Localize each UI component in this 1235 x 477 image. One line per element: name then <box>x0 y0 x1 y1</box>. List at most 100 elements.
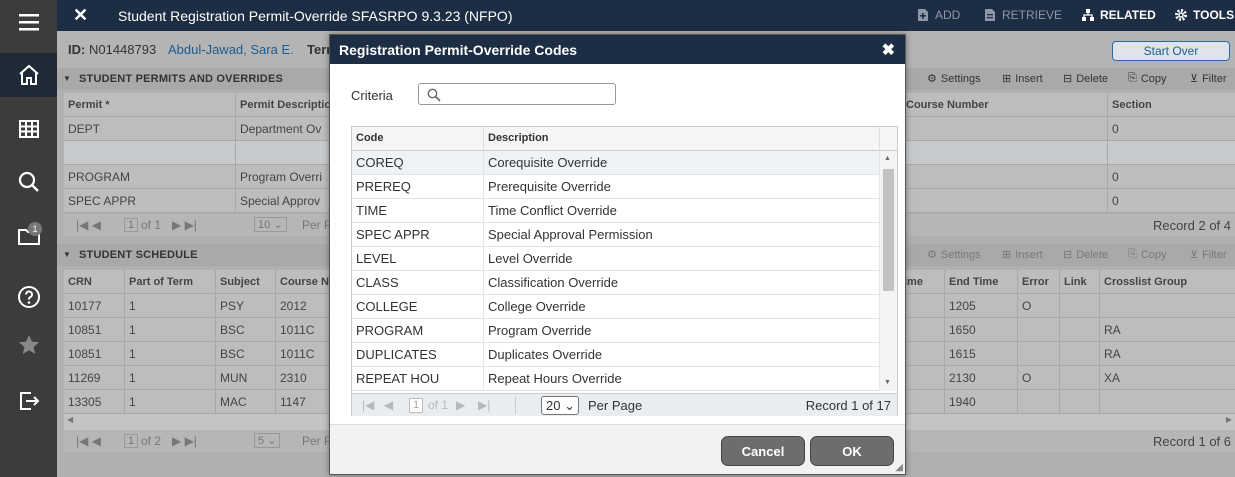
cell[interactable]: 1 <box>125 294 216 318</box>
col-header[interactable]: Course N <box>276 270 336 294</box>
criteria-search-input[interactable] <box>418 83 616 105</box>
cell[interactable]: MUN <box>216 366 276 390</box>
description-cell[interactable]: Corequisite Override <box>484 151 880 174</box>
scroll-down-icon[interactable]: ▼ <box>884 379 891 386</box>
schedule-copy-button[interactable]: ⎘ Copy <box>1128 248 1167 261</box>
cell[interactable] <box>900 141 1108 165</box>
cell[interactable] <box>900 117 1108 141</box>
cell[interactable]: 1 <box>125 366 216 390</box>
close-icon[interactable]: ✕ <box>73 5 88 26</box>
folder-icon[interactable]: 1 <box>0 214 57 258</box>
page-input[interactable]: 1 <box>124 434 139 448</box>
cell[interactable]: RA <box>1100 342 1235 366</box>
cell[interactable] <box>1060 318 1100 342</box>
list-item[interactable]: SPEC APPR Special Approval Permission <box>352 223 880 247</box>
description-cell[interactable]: Program Override <box>484 319 880 342</box>
schedule-settings-button[interactable]: ⚙ Settings <box>927 248 981 262</box>
prev-page-icon[interactable]: ◀ <box>384 398 393 412</box>
grid-icon[interactable] <box>0 107 57 151</box>
cell[interactable] <box>1108 141 1235 165</box>
cell[interactable]: PSY <box>216 294 276 318</box>
list-item[interactable]: LEVEL Level Override <box>352 247 880 271</box>
list-item[interactable]: DUPLICATES Duplicates Override <box>352 343 880 367</box>
cell[interactable] <box>1018 342 1060 366</box>
list-item[interactable]: TIME Time Conflict Override <box>352 199 880 223</box>
description-cell[interactable]: Prerequisite Override <box>484 175 880 198</box>
cell[interactable] <box>1060 390 1100 414</box>
list-item[interactable]: REPEAT HOU Repeat Hours Override <box>352 367 880 391</box>
list-item[interactable]: CLASS Classification Override <box>352 271 880 295</box>
cell[interactable]: 1205 <box>945 294 1018 318</box>
cell[interactable] <box>900 366 945 390</box>
cell[interactable] <box>1060 342 1100 366</box>
related-button[interactable]: RELATED <box>1081 8 1156 22</box>
col-header[interactable]: ime <box>900 270 945 294</box>
code-cell[interactable]: LEVEL <box>352 247 484 270</box>
cell[interactable]: 2012 <box>276 294 336 318</box>
cell[interactable]: 0 <box>1108 117 1235 141</box>
cell[interactable] <box>900 294 945 318</box>
cell[interactable]: 1 <box>125 318 216 342</box>
description-cell[interactable]: Repeat Hours Override <box>484 367 880 390</box>
cell[interactable]: Program Overri <box>236 165 336 189</box>
pager-next-icons[interactable]: ▶ ▶| <box>172 434 197 448</box>
collapse-triangle-icon[interactable]: ▼ <box>63 74 71 83</box>
permits-copy-button[interactable]: ⎘ Copy <box>1128 72 1167 85</box>
col-header[interactable]: CRN <box>64 270 125 294</box>
cell[interactable]: 1011C <box>276 342 336 366</box>
permits-settings-button[interactable]: ⚙ Settings <box>927 72 981 86</box>
schedule-insert-button[interactable]: ⊞ Insert <box>1002 248 1043 262</box>
pager-nav-icons[interactable]: |◀ ◀ <box>76 218 101 232</box>
col-header-code[interactable]: Code <box>352 127 484 150</box>
cell[interactable]: 10851 <box>64 318 125 342</box>
code-cell[interactable]: PREREQ <box>352 175 484 198</box>
first-page-icon[interactable]: |◀ <box>362 398 374 412</box>
help-icon[interactable] <box>0 275 57 319</box>
search-icon[interactable] <box>0 160 57 204</box>
col-header[interactable]: End Time <box>945 270 1018 294</box>
list-item[interactable]: PROGRAM Program Override <box>352 319 880 343</box>
cell[interactable] <box>1018 318 1060 342</box>
tools-button[interactable]: TOOLS <box>1174 8 1234 22</box>
cell[interactable]: 1 <box>125 342 216 366</box>
col-header[interactable]: Error <box>1018 270 1060 294</box>
col-header[interactable]: Crosslist Group <box>1100 270 1235 294</box>
cell[interactable]: BSC <box>216 318 276 342</box>
col-header[interactable]: Permit Description <box>236 93 336 117</box>
list-vscrollbar[interactable]: ▲ ▼ <box>880 151 897 391</box>
collapse-triangle-icon[interactable]: ▼ <box>63 250 71 259</box>
cell[interactable]: 11269 <box>64 366 125 390</box>
cell[interactable]: 10851 <box>64 342 125 366</box>
student-name-link[interactable]: Abdul-Jawad, Sara E. <box>168 42 294 57</box>
sign-out-icon[interactable] <box>0 379 57 423</box>
col-header[interactable]: Course Number <box>900 93 1108 117</box>
list-item[interactable]: PREREQ Prerequisite Override <box>352 175 880 199</box>
cell[interactable]: BSC <box>216 342 276 366</box>
cell[interactable] <box>1018 390 1060 414</box>
scroll-up-icon[interactable]: ▲ <box>884 155 891 162</box>
cell[interactable]: PROGRAM <box>64 165 236 189</box>
cell[interactable]: Department Ov <box>236 117 336 141</box>
description-cell[interactable]: College Override <box>484 295 880 318</box>
cell[interactable]: 1940 <box>945 390 1018 414</box>
cell[interactable]: 1 <box>125 390 216 414</box>
code-cell[interactable]: REPEAT HOU <box>352 367 484 390</box>
add-button[interactable]: ADD <box>916 8 960 22</box>
code-cell[interactable]: DUPLICATES <box>352 343 484 366</box>
description-cell[interactable]: Time Conflict Override <box>484 199 880 222</box>
cell[interactable]: MAC <box>216 390 276 414</box>
pager-next-icons[interactable]: ▶ ▶| <box>172 218 197 232</box>
cell[interactable]: SPEC APPR <box>64 189 236 213</box>
code-cell[interactable]: CLASS <box>352 271 484 294</box>
col-header[interactable]: Link <box>1060 270 1100 294</box>
col-header[interactable]: Permit * <box>64 93 236 117</box>
page-size-select[interactable]: 5 ⌄ <box>254 433 281 448</box>
col-header[interactable]: Part of Term <box>125 270 216 294</box>
start-over-button[interactable]: Start Over <box>1112 41 1230 61</box>
cell[interactable]: 0 <box>1108 165 1235 189</box>
pager-nav-icons[interactable]: |◀ ◀ <box>76 434 101 448</box>
col-header[interactable]: Section <box>1108 93 1235 117</box>
scroll-right-icon[interactable]: ▶ <box>1226 415 1232 424</box>
list-item[interactable]: COREQ Corequisite Override <box>352 151 880 175</box>
star-icon[interactable] <box>0 323 57 367</box>
